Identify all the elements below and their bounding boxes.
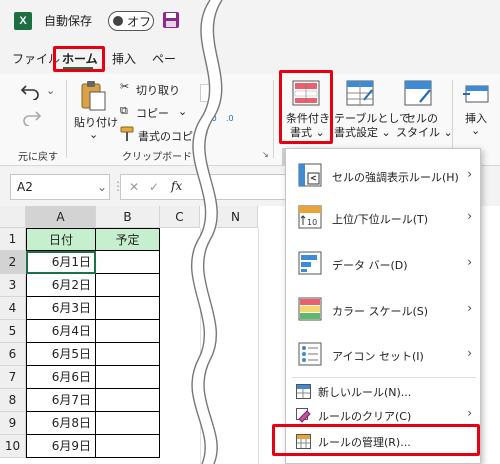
date-cell[interactable]: 6月9日 (26, 435, 96, 458)
row-header[interactable]: 3 (0, 274, 26, 297)
column-header-a[interactable]: A (26, 206, 96, 228)
menu-item-label: 上位/下位ルール(T) (332, 213, 429, 226)
table-header-plan[interactable]: 予定 (96, 228, 160, 251)
date-cell[interactable]: 6月8日 (26, 412, 96, 435)
menu-item-new-rule[interactable]: 新しいルール(N)... (286, 379, 482, 403)
menu-item-label: アイコン セット(I) (332, 350, 424, 363)
insert-caret[interactable]: ⌄ (471, 124, 480, 137)
insert-cells-icon[interactable] (462, 80, 490, 106)
format-as-table-icon[interactable] (346, 80, 374, 106)
plan-cell[interactable] (96, 274, 160, 297)
menu-item-icon-sets[interactable]: アイコン セット(I) › (286, 333, 482, 375)
svg-text:10: 10 (307, 218, 317, 227)
scissors-icon[interactable]: ✂ (120, 80, 129, 93)
copy-label[interactable]: コピー (136, 105, 169, 121)
plan-cell[interactable] (96, 435, 160, 458)
copy-icon[interactable]: ⧉ (120, 104, 128, 118)
submenu-chevron-icon: › (467, 406, 472, 420)
menu-item-label: 新しいルール(N)... (318, 386, 412, 399)
plan-cell[interactable] (96, 389, 160, 412)
redo-icon[interactable] (20, 108, 42, 126)
enter-icon[interactable]: ✓ (149, 180, 159, 194)
row-header[interactable]: 1 (0, 228, 26, 251)
table-header-date[interactable]: 日付 (26, 228, 96, 251)
row-header[interactable]: 9 (0, 412, 26, 435)
title-bar: X 自動保存 オフ (0, 0, 500, 42)
cell-styles-label-2[interactable]: スタイル ⌄ (396, 124, 453, 140)
plan-cell[interactable] (96, 366, 160, 389)
menu-item-top-bottom-rules[interactable]: 10 上位/下位ルール(T) › (286, 197, 482, 237)
menu-item-label: ルールのクリア(C) (318, 410, 412, 423)
color-scales-icon (298, 297, 322, 321)
plan-cell[interactable] (96, 297, 160, 320)
row-header[interactable]: 7 (0, 366, 26, 389)
undo-dropdown-caret[interactable]: ⌄ (46, 84, 55, 97)
cancel-icon[interactable]: ✕ (129, 180, 139, 194)
submenu-chevron-icon: › (467, 167, 472, 181)
group-separator (66, 80, 67, 158)
toggle-state-label: オフ (127, 15, 152, 29)
submenu-chevron-icon: › (467, 255, 472, 269)
icon-sets-icon (298, 342, 322, 366)
undo-group-label: 元に戻す (18, 152, 58, 163)
plan-cell[interactable] (96, 320, 160, 343)
name-box-value: A2 (17, 180, 33, 194)
gridline (258, 228, 259, 464)
image-cut-wave (190, 0, 223, 464)
date-cell[interactable]: 6月6日 (26, 366, 96, 389)
plan-cell[interactable] (96, 412, 160, 435)
tab-insert[interactable]: 挿入 (112, 50, 136, 67)
row-header[interactable]: 8 (0, 389, 26, 412)
menu-item-data-bars[interactable]: データ バー(D) › (286, 241, 482, 285)
row-header[interactable]: 6 (0, 343, 26, 366)
menu-item-label: カラー スケール(S) (332, 305, 429, 318)
data-bars-icon (298, 251, 322, 275)
undo-icon[interactable] (20, 82, 42, 100)
date-cell-selected[interactable]: 6月1日 (26, 251, 96, 274)
name-box[interactable]: A2 ⌄ (10, 174, 110, 200)
top-bottom-rules-icon: 10 (298, 205, 322, 229)
menu-separator (292, 377, 476, 378)
highlight-rules-icon (298, 163, 322, 187)
cell-styles-icon[interactable] (404, 80, 432, 106)
submenu-chevron-icon: › (467, 301, 472, 315)
home-tab-highlight (53, 46, 105, 72)
date-cell[interactable]: 6月7日 (26, 389, 96, 412)
name-box-caret[interactable]: ⌄ (97, 180, 107, 194)
autosave-toggle[interactable]: オフ (108, 11, 154, 31)
submenu-chevron-icon: › (467, 346, 472, 360)
menu-item-label: データ バー(D) (332, 259, 408, 272)
plan-cell[interactable] (96, 251, 160, 274)
date-cell[interactable]: 6月2日 (26, 274, 96, 297)
group-separator (273, 80, 274, 158)
clipboard-launcher-icon[interactable]: ↘ (262, 150, 269, 159)
menu-item-highlight-rules[interactable]: セルの強調表示ルール(H) › (286, 155, 482, 195)
date-cell[interactable]: 6月5日 (26, 343, 96, 366)
group-separator (452, 80, 453, 158)
paste-caret[interactable]: ⌄ (89, 128, 98, 141)
select-all-corner[interactable] (0, 206, 26, 228)
row-header[interactable]: 4 (0, 297, 26, 320)
format-as-table-label-2[interactable]: 書式設定 ⌄ (334, 124, 391, 140)
excel-icon: X (14, 12, 32, 30)
autosave-label: 自動保存 (44, 14, 93, 28)
row-header[interactable]: 5 (0, 320, 26, 343)
clear-rules-icon (296, 408, 311, 423)
row-header[interactable]: 2 (0, 251, 26, 274)
manage-rules-highlight (272, 424, 480, 456)
date-cell[interactable]: 6月4日 (26, 320, 96, 343)
toggle-knob (113, 16, 123, 26)
paste-icon[interactable] (80, 80, 108, 112)
date-cell[interactable]: 6月3日 (26, 297, 96, 320)
menu-item-label: セルの強調表示ルール(H) (332, 171, 459, 184)
format-painter-icon[interactable] (119, 126, 135, 142)
submenu-chevron-icon: › (467, 209, 472, 223)
menu-item-color-scales[interactable]: カラー スケール(S) › (286, 287, 482, 331)
new-rule-icon (296, 384, 311, 399)
cond-format-highlight (279, 70, 333, 144)
conditional-formatting-menu: セルの強調表示ルール(H) › 10 上位/下位ルール(T) › データ バー(… (285, 148, 481, 464)
plan-cell[interactable] (96, 343, 160, 366)
column-header-b[interactable]: B (96, 206, 160, 228)
row-header[interactable]: 10 (0, 435, 26, 458)
